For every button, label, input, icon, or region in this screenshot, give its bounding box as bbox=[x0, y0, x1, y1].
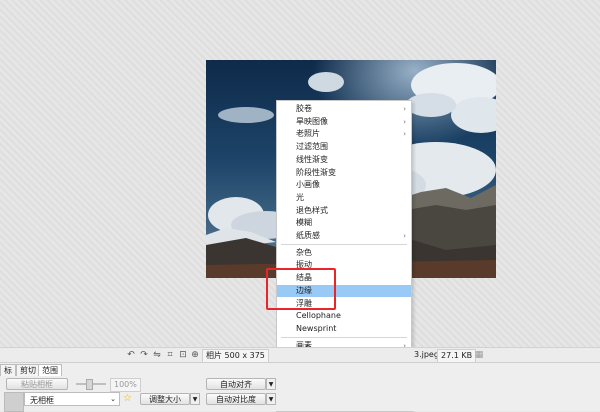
menu-item-label: 光 bbox=[296, 192, 304, 202]
menu-item-label: 过滤范围 bbox=[296, 142, 328, 152]
menu-item-label: 老照片 bbox=[296, 129, 320, 139]
photo-info: 相片 500 x 375 bbox=[202, 349, 269, 363]
menu-item[interactable]: 杂色 bbox=[277, 247, 411, 260]
menu-separator bbox=[281, 337, 407, 339]
submenu-arrow-icon: › bbox=[403, 105, 406, 113]
frame-thumbnail[interactable] bbox=[4, 392, 24, 412]
tab-range[interactable]: 范围 bbox=[38, 364, 62, 376]
file-size: 27.1 KB bbox=[437, 349, 477, 363]
frame-select[interactable]: 无相框 ⌄ bbox=[24, 392, 120, 406]
status-bar: ↶ ↷ ⇋ ⌗ ⊡ ⊕ 相片 500 x 375 3.jpeg 27.1 KB … bbox=[0, 347, 600, 363]
menu-item[interactable]: 纸质感 › bbox=[277, 230, 411, 243]
grid-icon[interactable]: ▦ bbox=[474, 350, 484, 360]
menu-item[interactable]: 退色样式 bbox=[277, 205, 411, 218]
annotation-highlight-box bbox=[266, 268, 336, 310]
tab-mark[interactable]: 标 bbox=[0, 364, 16, 376]
bottom-panel: 标 剪切 范围 粘贴相框 100% 无相框 ⌄ ☆ 调整大小 ▼ 自动对齐 ▼ … bbox=[0, 362, 600, 412]
crop-icon[interactable]: ⌗ bbox=[165, 350, 175, 360]
submenu-arrow-icon: › bbox=[403, 130, 406, 139]
menu-item[interactable]: 模糊 bbox=[277, 217, 411, 230]
zoom-icon[interactable]: ⊕ bbox=[190, 350, 200, 360]
menu-item-label: 小画像 bbox=[296, 180, 320, 190]
menu-item[interactable]: 线性渐变 bbox=[277, 154, 411, 167]
auto-contrast-dropdown-icon[interactable]: ▼ bbox=[266, 393, 276, 405]
resize-dropdown-icon[interactable]: ▼ bbox=[190, 393, 200, 405]
paste-frame-button[interactable]: 粘贴相框 bbox=[6, 378, 68, 390]
submenu-arrow-icon: › bbox=[403, 117, 406, 126]
menu-item[interactable]: 小画像 bbox=[277, 179, 411, 192]
menu-item[interactable]: Cellophane bbox=[277, 310, 411, 323]
menu-item-label: 线性渐变 bbox=[296, 154, 328, 164]
frame-select-value: 无相框 bbox=[30, 396, 54, 405]
menu-item-label: Cellophane bbox=[296, 311, 341, 321]
menu-item-label: 杂色 bbox=[296, 247, 312, 257]
menu-item-label: 模糊 bbox=[296, 218, 312, 228]
menu-separator bbox=[281, 244, 407, 246]
tab-cut[interactable]: 剪切 bbox=[16, 364, 40, 376]
menu-item-label: 阶段性渐变 bbox=[296, 167, 336, 177]
menu-item-label: 胶卷 bbox=[296, 104, 312, 113]
star-icon[interactable]: ☆ bbox=[123, 393, 132, 404]
auto-align-dropdown-icon[interactable]: ▼ bbox=[266, 378, 276, 390]
fit-icon[interactable]: ⊡ bbox=[178, 350, 188, 360]
rotate-left-icon[interactable]: ↶ bbox=[126, 350, 136, 360]
submenu-arrow-icon: › bbox=[403, 232, 406, 240]
auto-contrast-button[interactable]: 自动对比度 bbox=[206, 393, 266, 405]
menu-item-label: 纸质感 bbox=[296, 231, 320, 240]
chevron-down-icon: ⌄ bbox=[110, 395, 116, 403]
resize-button[interactable]: 调整大小 bbox=[140, 393, 190, 405]
menu-item-label: 退色样式 bbox=[296, 205, 328, 215]
rotate-right-icon[interactable]: ↷ bbox=[139, 350, 149, 360]
menu-item[interactable]: 胶卷 › bbox=[277, 103, 411, 116]
menu-item[interactable]: Newsprint bbox=[277, 323, 411, 336]
menu-item-label: Newsprint bbox=[296, 323, 337, 333]
zoom-value[interactable]: 100% bbox=[110, 378, 141, 392]
menu-item[interactable]: 过滤范围 bbox=[277, 141, 411, 154]
menu-item[interactable]: 阶段性渐变 bbox=[277, 167, 411, 180]
flip-icon[interactable]: ⇋ bbox=[152, 350, 162, 360]
menu-item-label: 旱映图像 bbox=[296, 116, 328, 126]
menu-item[interactable]: 老照片 › bbox=[277, 128, 411, 141]
auto-align-button[interactable]: 自动对齐 bbox=[206, 378, 266, 390]
menu-item[interactable]: 光 bbox=[277, 192, 411, 205]
menu-item[interactable]: 旱映图像 › bbox=[277, 116, 411, 129]
zoom-slider-handle[interactable] bbox=[86, 379, 93, 390]
